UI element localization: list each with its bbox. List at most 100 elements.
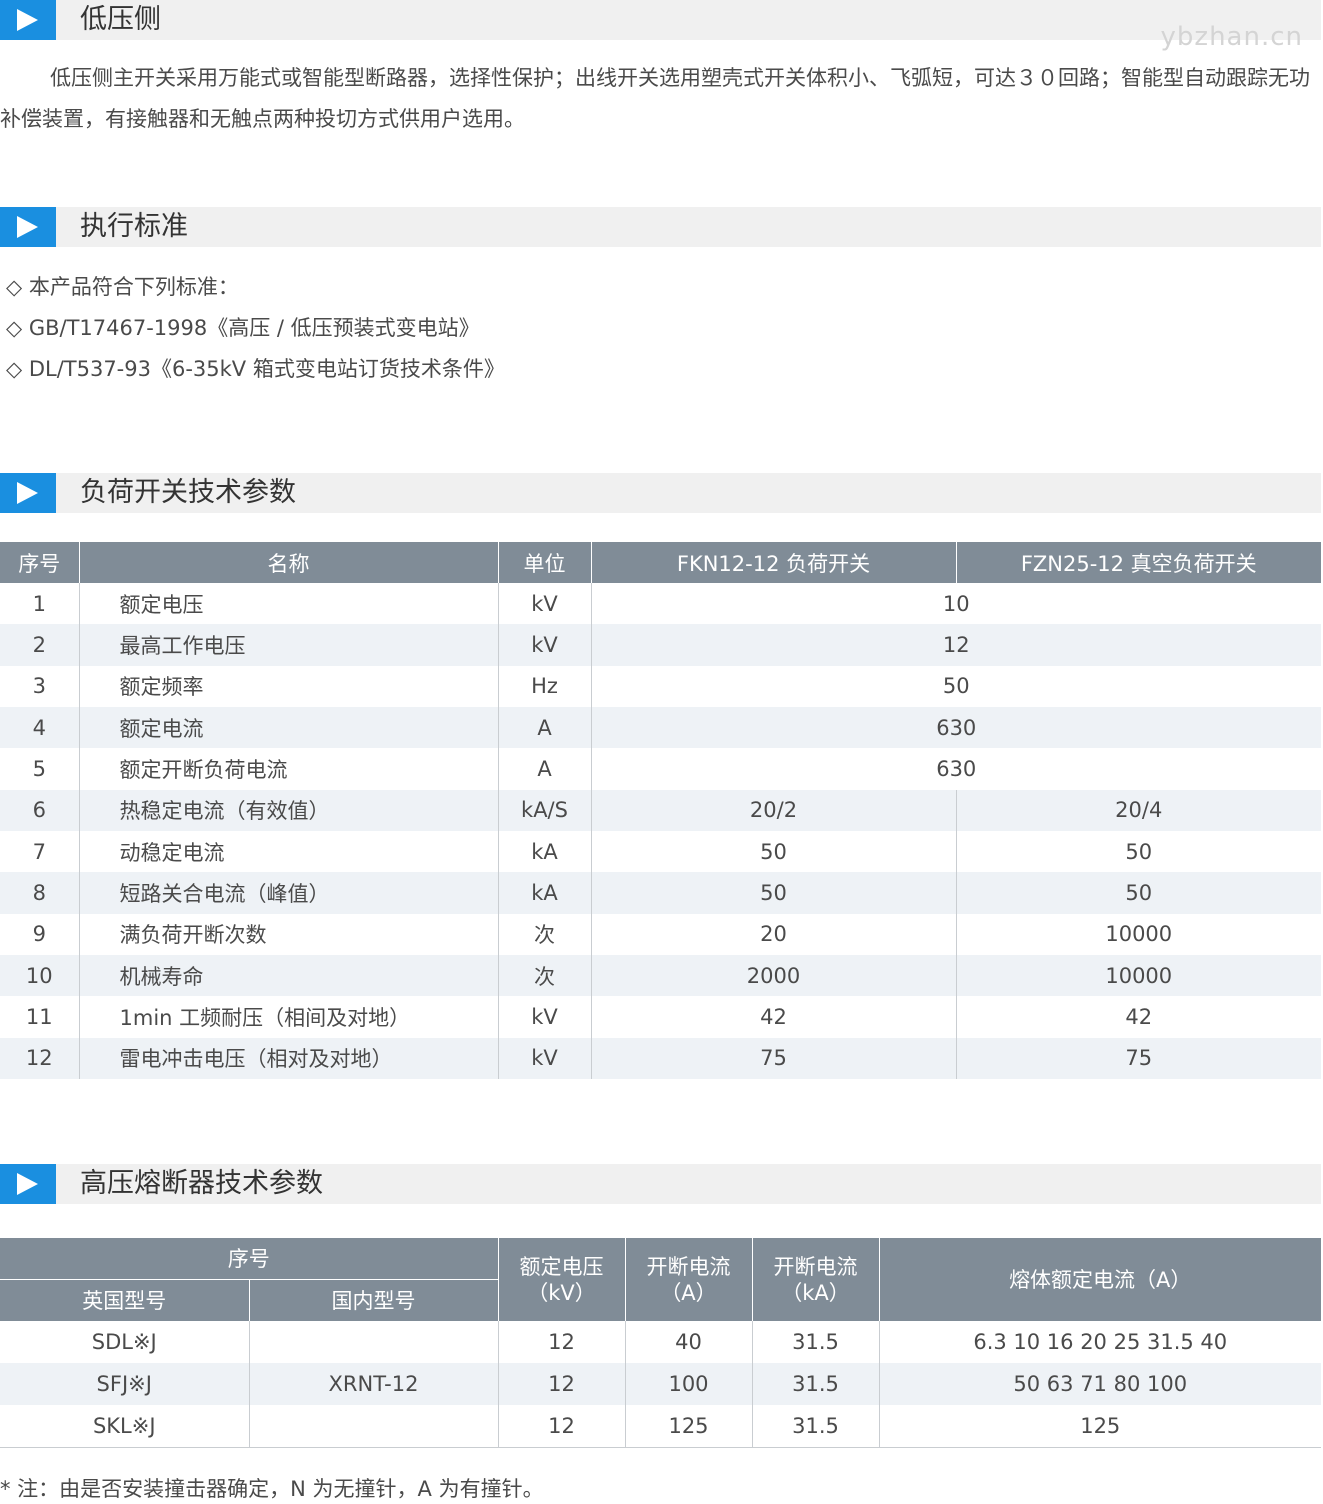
header-cell: FKN12-12 负荷开关 [590,542,956,583]
value-cell-merged: 12 [590,624,1321,666]
serial-cell: 5 [32,756,46,781]
table-row: SDL※J 12 40 31.5 6.3 10 16 20 25 31.5 40 [0,1321,1321,1363]
table-row: 12 雷电冲击电压（相对及对地） kV 75 75 [0,1037,1321,1079]
table-row: 9 满负荷开断次数次 20 10000 [0,913,1321,955]
melt-current-cell: 50 63 71 80 100 [878,1363,1321,1405]
unit-cell: kA [497,830,591,873]
serial-cell: 3 [32,674,46,699]
serial-cell: 10 [0,954,79,997]
fzn-value-cell: 10000 [955,913,1321,955]
play-arrow-icon [0,1164,56,1204]
section-header-fuse: 高压熔断器技术参数 [0,1164,1321,1204]
table-row: 11 1min 工频耐压（相间及对地） kV 42 42 [0,996,1321,1038]
unit-cell: Hz [497,665,591,707]
table-row: 10 机械寿命次 2000 10000 [0,954,1321,997]
fkn-value-cell: 42 [590,996,956,1038]
cn-model-cell [248,1321,498,1363]
break-ka-cell: 31.5 [751,1321,879,1363]
name-cell: 短路关合电流（峰值） [78,872,498,914]
section-title: 执行标准 [80,211,188,242]
header-cell: 国内型号 [248,1279,498,1321]
header-line: （A） [660,1280,717,1305]
fkn-value-cell: 50 [590,872,956,914]
unit-cell: A [497,748,591,790]
name-cell: 1min 工频耐压（相间及对地） [78,996,498,1038]
break-ka-cell: 31.5 [751,1405,879,1448]
fkn-value-cell: 2000 [590,954,956,997]
voltage-cell: 12 [497,1321,625,1363]
header-cell: 单位 [497,542,591,583]
serial-cell: 6 [0,789,79,831]
cn-model-cell: XRNT-12 [248,1363,498,1405]
table-header-row: 序号 额定电压 （kV） 开断电流 （A） 开断电流 （kA） 熔体额定电流（A） [0,1238,1321,1321]
header-line: （kV） [527,1280,596,1305]
serial-cell: 4 [0,706,79,749]
uk-model-cell: SFJ※J [0,1363,249,1405]
load-switch-table: 序号 名称 单位 FKN12-12 负荷开关 FZN25-12 真空负荷开关 1… [0,542,1321,1079]
watermark-text: ybzhan.cn [1160,22,1303,52]
serial-cell: 7 [32,839,46,864]
fkn-value-cell: 20/2 [590,789,956,831]
header-cell: 序号 [0,542,79,583]
fzn-value-cell: 50 [955,830,1321,873]
name-cell: 动稳定电流 [78,830,498,873]
uk-model-cell: SDL※J [91,1330,157,1354]
header-line: （kA） [781,1280,850,1305]
serial-cell: 2 [0,624,79,666]
fzn-value-cell: 10000 [955,954,1321,997]
unit-cell: 次 [497,913,591,955]
unit-cell: kV [497,996,591,1038]
table-row: 7 动稳定电流 kA 50 50 [0,830,1321,873]
fzn-value-cell: 75 [955,1037,1321,1079]
name-cell: 热稳定电流（有效值） [78,789,498,831]
table-row: 4 额定电流 A 630 [0,706,1321,749]
table-header-row: 序号 名称 单位 FKN12-12 负荷开关 FZN25-12 真空负荷开关 [0,542,1321,583]
fkn-value-cell: 20 [590,913,956,955]
table-row: 3 额定频率 Hz 50 [0,665,1321,707]
low-voltage-description: 低压侧主开关采用万能式或智能型断路器，选择性保护；出线开关选用塑壳式开关体积小、… [0,66,1310,131]
name-cell: 额定电流 [78,706,498,749]
section-header-standards: 执行标准 [0,207,1321,247]
serial-cell: 12 [0,1037,79,1079]
unit-cell: kA/S [497,789,591,831]
table-row: 6 热稳定电流（有效值） kA/S 20/2 20/4 [0,789,1321,831]
section-title: 负荷开关技术参数 [80,477,296,508]
name-cell: 最高工作电压 [78,624,498,666]
name-cell: 机械寿命 [78,954,498,997]
section-header-load-switch: 负荷开关技术参数 [0,473,1321,513]
melt-current-cell: 125 [878,1405,1321,1448]
fkn-value-cell: 75 [590,1037,956,1079]
header-cell: 开断电流 （A） [624,1238,752,1321]
unit-cell: kA [497,872,591,914]
uk-model-cell: SKL※J [0,1405,249,1448]
table-row: SFJ※J XRNT-12 12 100 31.5 50 63 71 80 100 [0,1363,1321,1405]
fkn-value-cell: 50 [590,830,956,873]
play-arrow-icon [0,473,56,513]
table-row: 5 额定开断负荷电流 A 630 [0,748,1321,790]
standard-item: ◇ 本产品符合下列标准： [6,275,239,299]
value-cell-merged: 50 [590,665,1321,707]
name-cell: 额定频率 [78,665,498,707]
standard-item: ◇ GB/T17467-1998《高压 / 低压预装式变电站》 [6,316,480,340]
play-arrow-icon [0,0,56,40]
name-cell: 额定电压 [78,583,498,625]
table-row: 8 短路关合电流（峰值） kA 50 50 [0,872,1321,914]
voltage-cell: 12 [497,1363,625,1405]
header-line: 开断电流 [773,1254,858,1279]
break-current-cell: 100 [624,1363,752,1405]
break-current-cell: 40 [624,1321,752,1363]
header-cell: 序号 [0,1238,498,1280]
header-line: 额定电压 [519,1254,604,1279]
name-cell: 雷电冲击电压（相对及对地） [78,1037,498,1079]
header-cell: FZN25-12 真空负荷开关 [955,542,1321,583]
table-row: SKL※J 12 125 31.5 125 [0,1405,1321,1448]
unit-cell: kV [497,583,591,625]
serial-cell: 8 [0,872,79,914]
header-cell: 英国型号 [0,1279,249,1321]
fzn-value-cell: 50 [955,872,1321,914]
section-title: 低压侧 [80,4,161,35]
fzn-value-cell: 20/4 [955,789,1321,831]
section-title: 高压熔断器技术参数 [80,1168,323,1199]
table-row: 1 额定电压 kV 10 [0,583,1321,625]
value-cell-merged: 630 [590,706,1321,749]
